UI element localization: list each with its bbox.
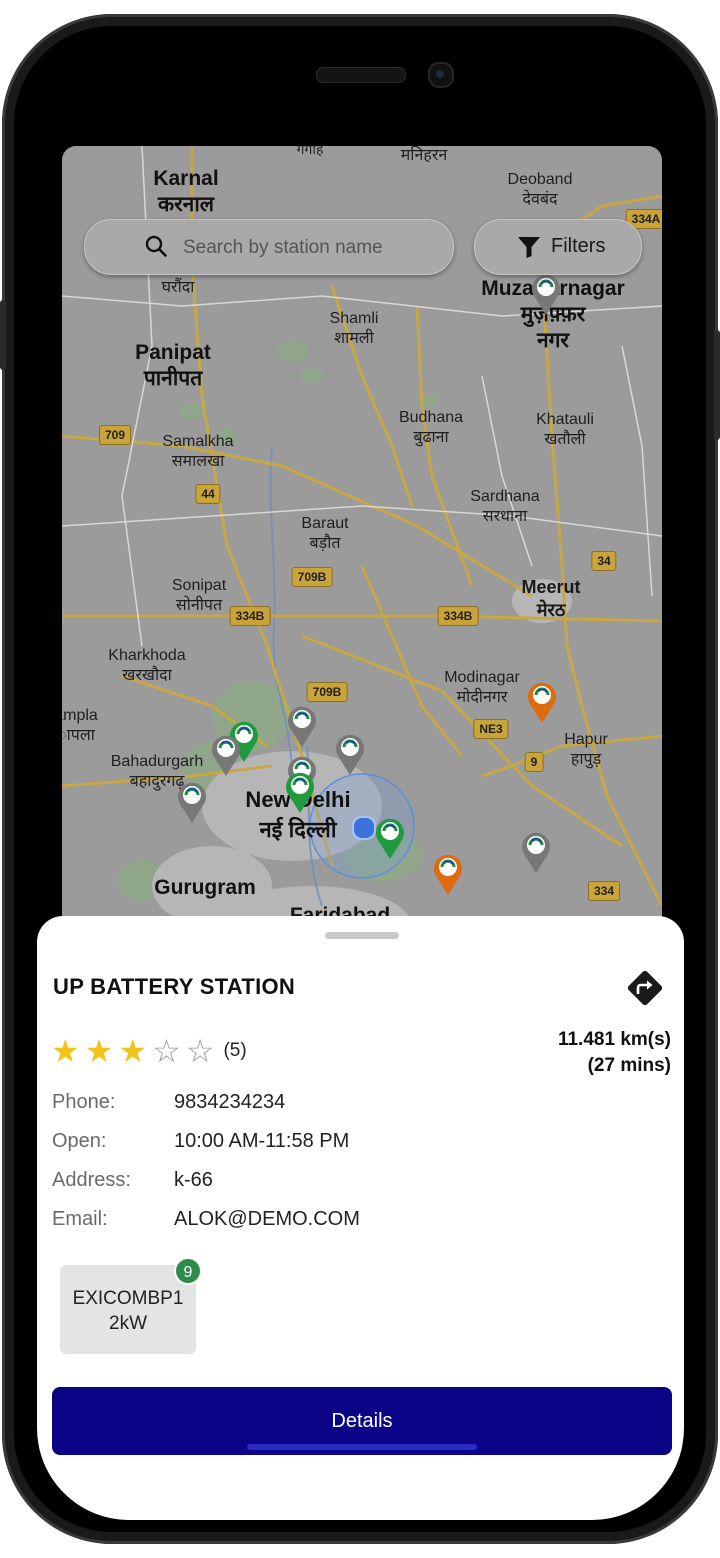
front-camera xyxy=(428,62,454,88)
earpiece-speaker xyxy=(316,67,406,83)
phone-row: Phone: 9834234234 xyxy=(52,1091,285,1114)
station-pin-gray-icon[interactable] xyxy=(334,732,366,776)
filters-button[interactable]: Filters xyxy=(474,219,642,275)
address-label: Address: xyxy=(52,1169,131,1191)
map-label-manihran: मनिहरन xyxy=(400,147,448,164)
email-row: Email: ALOK@DEMO.COM xyxy=(52,1208,360,1231)
station-bottom-sheet[interactable]: UP BATTERY STATION ★ ★ ★ ☆ ☆ (5) 11.481 … xyxy=(37,916,684,1520)
phone-label: Phone: xyxy=(52,1091,116,1113)
station-pin-gray-icon[interactable] xyxy=(176,780,208,824)
connector-power: 2kW xyxy=(109,1313,147,1334)
station-pin-gray-icon[interactable] xyxy=(530,272,562,316)
station-pin-gray-icon[interactable] xyxy=(210,733,242,777)
map-label-meerut: Meerut मेरठ xyxy=(521,577,581,620)
directions-icon[interactable] xyxy=(625,968,665,1008)
map-label-kharkhoda: Kharkhoda खरखौदा xyxy=(108,647,186,684)
travel-time: (27 mins) xyxy=(587,1055,671,1076)
star-empty-icon: ☆ xyxy=(185,1033,215,1069)
sheet-drag-handle[interactable] xyxy=(325,932,399,939)
map-label-baraut: Baraut बड़ौत xyxy=(301,515,349,552)
highway-shield: 334B xyxy=(229,606,271,626)
highway-shield: 334 xyxy=(587,881,621,901)
open-hours-value: 10:00 AM-11:58 PM xyxy=(174,1130,350,1152)
star-empty-icon: ☆ xyxy=(152,1033,181,1069)
power-button xyxy=(714,330,720,440)
map-label-khatauli: Khatauli खतौली xyxy=(536,411,594,448)
search-input[interactable] xyxy=(181,220,445,276)
open-hours-row: Open: 10:00 AM-11:58 PM xyxy=(52,1130,349,1153)
highway-shield: 9 xyxy=(524,752,544,772)
map-label-modinagar: Modinagar मोदीनगर xyxy=(444,669,520,706)
station-pin-orange-icon[interactable] xyxy=(432,852,464,896)
phone-frame: गंगोह मनिहरन Karnal करनाल Deoband देवबंद घ… xyxy=(0,0,720,1558)
highway-shield: 709B xyxy=(291,567,333,587)
map-label-shamli: Shamli शामली xyxy=(329,310,379,347)
search-bar[interactable] xyxy=(84,219,454,276)
filter-funnel-icon xyxy=(518,237,540,258)
map-label-sonipat: Sonipat सोनीपत xyxy=(171,577,227,614)
volume-button xyxy=(0,300,6,370)
distance-info: 11.481 km(s) (27 mins) xyxy=(558,1027,671,1079)
star-filled-icon: ★ xyxy=(51,1033,80,1069)
station-pin-green-icon[interactable] xyxy=(284,770,316,814)
rating-count: (5) xyxy=(223,1040,247,1061)
search-icon xyxy=(145,235,167,257)
station-pin-gray-icon[interactable] xyxy=(286,704,318,748)
map-label-sardhana: Sardhana सरधाना xyxy=(470,488,540,525)
map-label-samalkha: Samalkha समालखा xyxy=(162,433,234,470)
connector-count-badge: 9 xyxy=(174,1257,202,1285)
highway-shield: 709 xyxy=(98,425,132,445)
email-label: Email: xyxy=(52,1208,108,1230)
highway-shield: 44 xyxy=(195,484,221,504)
distance-km: 11.481 km(s) xyxy=(557,1029,671,1050)
home-indicator xyxy=(247,1444,477,1450)
map-label-gangoh: गंगोह xyxy=(296,146,324,157)
highway-shield: NE3 xyxy=(473,719,509,739)
star-filled-icon: ★ xyxy=(84,1033,114,1069)
star-filled-icon: ★ xyxy=(118,1033,148,1069)
map-label-gharaunda: घरौंदा xyxy=(161,279,195,296)
open-label: Open: xyxy=(52,1130,107,1152)
highway-shield: 334B xyxy=(437,606,479,626)
address-value: k-66 xyxy=(174,1169,213,1191)
map-label-jhajjar: amplaापला xyxy=(62,707,98,744)
map-label-gurugram: Gurugram xyxy=(154,876,256,899)
map-label-panipat: Panipat पानीपत xyxy=(135,341,211,390)
map-label-hapur: Hapur हापुड़ xyxy=(564,731,608,768)
address-row: Address: k-66 xyxy=(52,1169,213,1192)
email-value[interactable]: ALOK@DEMO.COM xyxy=(174,1208,360,1230)
rating-stars: ★ ★ ★ ☆ ☆ (5) xyxy=(51,1034,247,1068)
station-pin-gray-icon[interactable] xyxy=(520,830,552,874)
highway-shield: 709B xyxy=(306,682,348,702)
station-pin-orange-icon[interactable] xyxy=(526,680,558,724)
phone-value[interactable]: 9834234234 xyxy=(174,1091,285,1113)
station-pin-green-icon[interactable] xyxy=(374,816,406,860)
map-label-karnal: Karnal करनाल xyxy=(153,167,219,216)
filters-label: Filters xyxy=(551,235,606,257)
map-label-deoband: Deoband देवबंद xyxy=(507,171,573,208)
map-label-budhana: Budhana बुढाना xyxy=(398,409,464,446)
current-location-dot xyxy=(352,816,376,840)
highway-shield: 34 xyxy=(591,551,617,571)
station-name: UP BATTERY STATION xyxy=(53,974,296,999)
